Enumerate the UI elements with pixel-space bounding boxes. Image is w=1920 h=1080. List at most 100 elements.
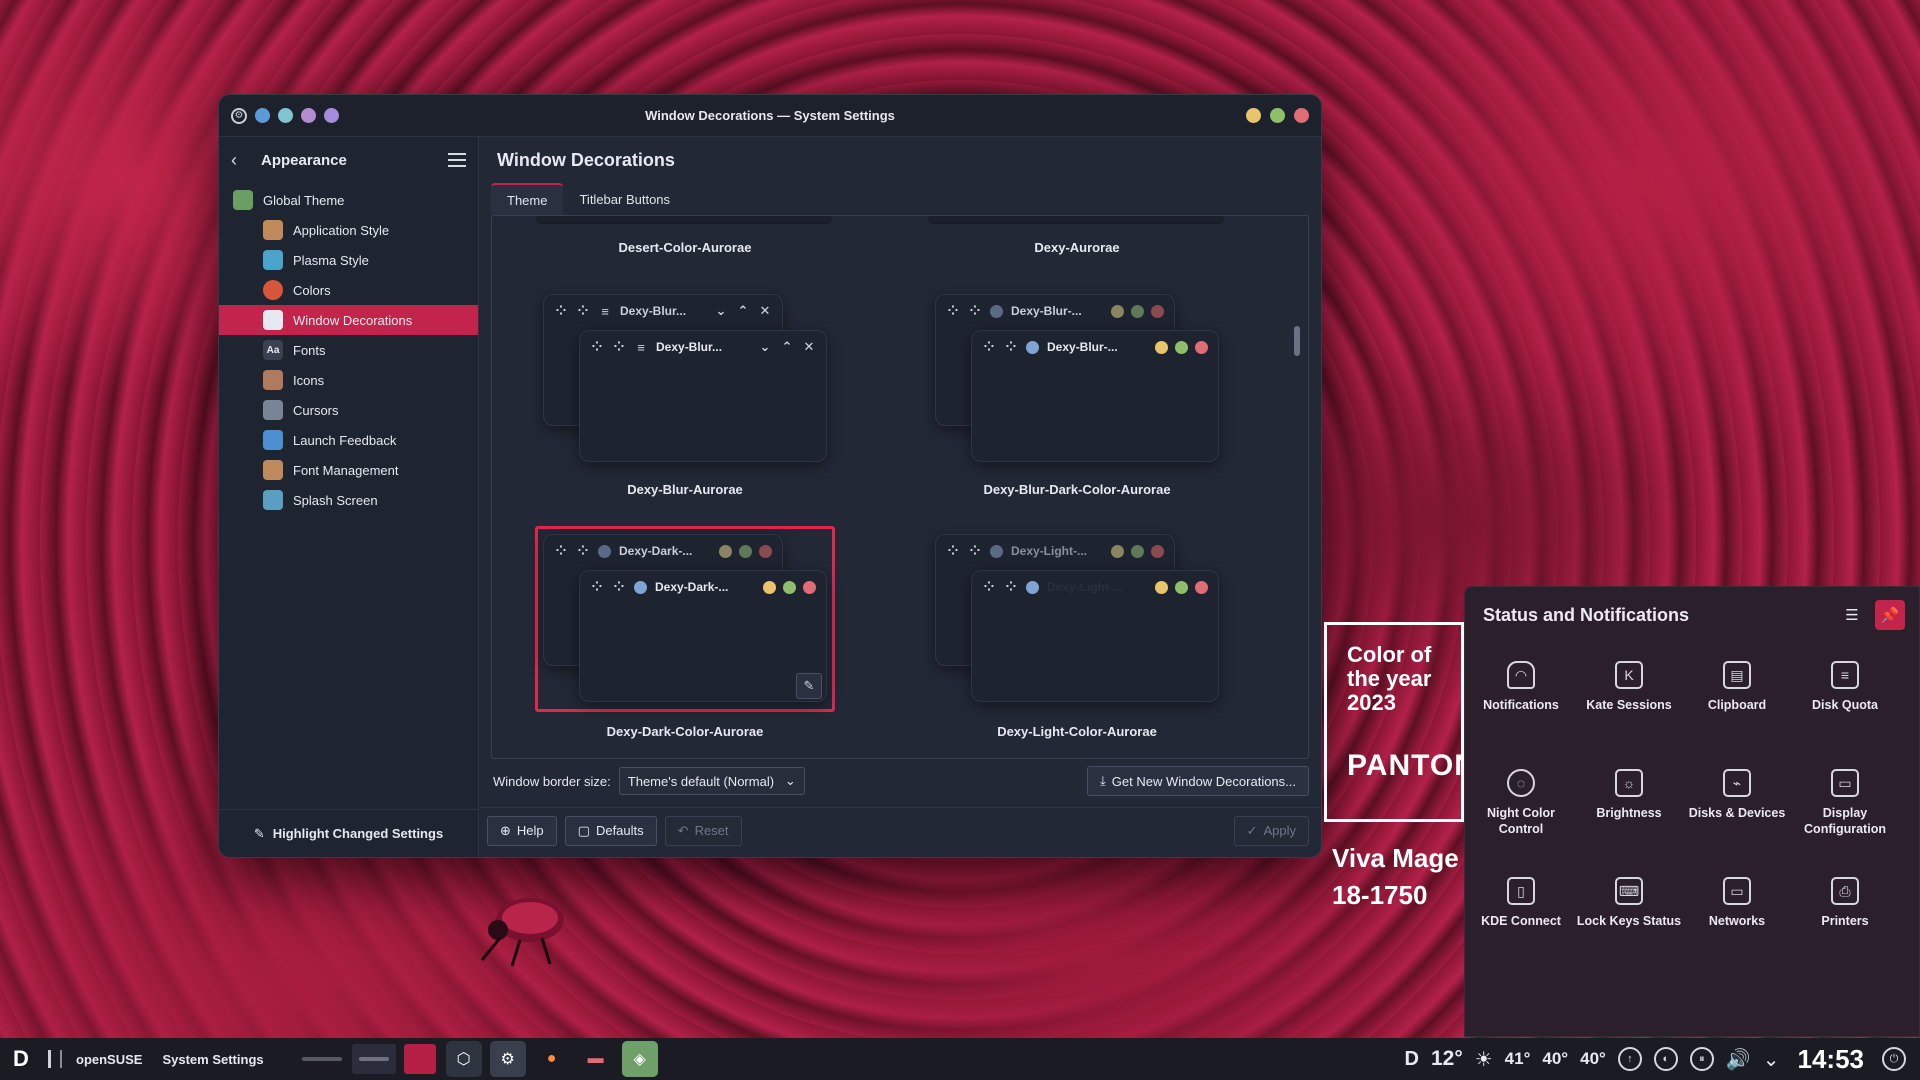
sidebar-item-launch-feedback[interactable]: Launch Feedback	[219, 425, 478, 455]
sidebar-item-window-decorations[interactable]: Window Decorations	[219, 305, 478, 335]
preview-window-title: Dexy-Dark-...	[655, 580, 729, 594]
theme-label[interactable]: Dexy-Dark-Color-Aurorae	[535, 724, 835, 739]
tray-expand-chevron-icon[interactable]: ⌄	[1763, 1047, 1780, 1072]
status-item-label: Networks	[1708, 914, 1766, 928]
reset-label: Reset	[694, 823, 729, 838]
system-settings-task-icon[interactable]: ⚙	[489, 1041, 526, 1077]
reset-button[interactable]: ↶ Reset	[664, 815, 742, 846]
theme-preview-dexy-dark-color[interactable]: ⁘ ⁘ Dexy-Dark-... ⁘ ⁘ Dexy-Dark-... ✎	[535, 526, 835, 712]
colors-icon	[263, 280, 283, 300]
theme-preview-dexy-blur[interactable]: ⁘ ⁘ ≡ Dexy-Blur... ⌄ ⌃ ✕ ⁘ ⁘ ≡ Dexy-Blur…	[535, 286, 835, 472]
night-color-icon[interactable]: ◐	[1653, 1047, 1678, 1071]
status-item-disk-quota[interactable]: ≡ Disk Quota	[1791, 643, 1899, 751]
sidebar-item-plasma-style[interactable]: Plasma Style	[219, 245, 478, 275]
color-picker-icon[interactable]: ◈	[621, 1041, 658, 1077]
status-item-label: Notifications	[1483, 698, 1559, 712]
status-item-label: Printers	[1821, 914, 1869, 928]
maximize-button[interactable]	[1270, 108, 1285, 123]
weather-sun-icon[interactable]: ☀	[1475, 1047, 1493, 1072]
edit-theme-button[interactable]: ✎	[796, 673, 822, 699]
titlebar-dot-1[interactable]	[255, 108, 270, 123]
settings-app-icon[interactable]: ⚙	[231, 107, 247, 124]
defaults-button[interactable]: ▢ Defaults	[564, 815, 657, 846]
media-pause-icon[interactable]: ⏸	[1689, 1047, 1714, 1071]
window-titlebar[interactable]: ⚙ Window Decorations — System Settings	[219, 95, 1321, 137]
status-item-kate-sessions[interactable]: K Kate Sessions	[1575, 643, 1683, 751]
theme-grid: Desert-Color-Aurorae Dexy-Aurorae ⁘ ⁘ ≡ …	[492, 216, 1286, 758]
file-manager-icon[interactable]: ▬	[578, 1041, 614, 1077]
distro-label[interactable]: openSUSE	[68, 1052, 154, 1067]
desktop-3[interactable]	[403, 1044, 436, 1074]
poster-title-line: the year	[1347, 666, 1432, 691]
tab-titlebar-buttons[interactable]: Titlebar Buttons	[563, 183, 686, 215]
border-size-combobox[interactable]: Theme's default (Normal) ⌄	[618, 767, 805, 795]
back-arrow-icon[interactable]: ‹	[231, 150, 251, 171]
status-item-networks[interactable]: ▭ Networks	[1683, 859, 1791, 967]
updates-icon[interactable]: ↑	[1617, 1047, 1642, 1071]
titlebar-dot-2[interactable]	[278, 108, 293, 123]
status-item-printers[interactable]: ⎙ Printers	[1791, 859, 1899, 967]
sensor-temp-2[interactable]: 40°	[1542, 1049, 1568, 1069]
ladybug-wallpaper-image	[480, 898, 564, 967]
hamburger-menu-icon[interactable]	[448, 153, 466, 167]
highlight-changed-settings-button[interactable]: ✎ Highlight Changed Settings	[219, 809, 478, 857]
sidebar-item-icons[interactable]: Icons	[219, 365, 478, 395]
close-button[interactable]	[1294, 108, 1309, 123]
clock[interactable]: 14:53	[1792, 1044, 1871, 1075]
sensor-temp-1[interactable]: 41°	[1505, 1049, 1531, 1069]
help-button[interactable]: ⊕ Help	[487, 815, 557, 846]
desktop-1[interactable]	[300, 1044, 344, 1074]
desktop-2[interactable]	[351, 1044, 396, 1074]
weather-temperature[interactable]: 12°	[1431, 1047, 1463, 1071]
sidebar-item-font-management[interactable]: Font Management	[219, 455, 478, 485]
volume-icon[interactable]: 🔊	[1726, 1047, 1751, 1072]
status-item-notifications[interactable]: ◠ Notifications	[1467, 643, 1575, 751]
global-theme-icon	[233, 190, 253, 210]
sidebar-item-fonts[interactable]: Aa Fonts	[219, 335, 478, 365]
discover-icon[interactable]: ⬡	[445, 1041, 482, 1077]
sidebar-item-global-theme[interactable]: Global Theme	[219, 185, 478, 215]
show-desktop-icon[interactable]	[42, 1038, 68, 1080]
preview-active-window: ⁘ ⁘ Dexy-Dark-...	[579, 570, 827, 702]
firefox-icon[interactable]: ●	[534, 1041, 570, 1077]
status-item-clipboard[interactable]: ▤ Clipboard	[1683, 643, 1791, 751]
theme-label[interactable]: Desert-Color-Aurorae	[535, 240, 835, 255]
tab-theme[interactable]: Theme	[491, 183, 564, 215]
page-title: Window Decorations	[497, 149, 675, 170]
titlebar-dot-3[interactable]	[301, 108, 316, 123]
status-item-brightness[interactable]: ☼ Brightness	[1575, 751, 1683, 859]
theme-grid-scrollbar[interactable]	[1292, 222, 1302, 752]
pin-icon: ⁘	[1005, 579, 1017, 594]
titlebar-dot-4[interactable]	[324, 108, 339, 123]
pin-panel-icon[interactable]: 📌	[1875, 600, 1905, 630]
get-new-decorations-button[interactable]: ⤓ Get New Window Decorations...	[1087, 766, 1309, 796]
sidebar-item-label: Global Theme	[263, 192, 345, 208]
active-window-label[interactable]: System Settings	[154, 1052, 275, 1067]
brightness-icon: ☼	[1615, 769, 1643, 797]
status-item-display-configuration[interactable]: ▭ Display Configuration	[1791, 751, 1899, 859]
theme-label[interactable]: Dexy-Blur-Dark-Color-Aurorae	[927, 482, 1227, 497]
configure-sliders-icon[interactable]: ☰	[1837, 600, 1867, 630]
sidebar-item-cursors[interactable]: Cursors	[219, 395, 478, 425]
minimize-button[interactable]	[1246, 108, 1261, 123]
clipboard-icon: ▤	[1723, 661, 1751, 689]
status-item-kde-connect[interactable]: ▯ KDE Connect	[1467, 859, 1575, 967]
application-launcher-icon[interactable]: D	[0, 1038, 42, 1080]
status-item-disks-devices[interactable]: ⌁ Disks & Devices	[1683, 751, 1791, 859]
theme-label[interactable]: Dexy-Light-Color-Aurorae	[927, 724, 1227, 739]
status-item-lock-keys[interactable]: ⌨ Lock Keys Status	[1575, 859, 1683, 967]
sidebar-item-application-style[interactable]: Application Style	[219, 215, 478, 245]
sensor-temp-3[interactable]: 40°	[1580, 1049, 1606, 1069]
theme-label[interactable]: Dexy-Blur-Aurorae	[535, 482, 835, 497]
sidebar-item-splash-screen[interactable]: Splash Screen	[219, 485, 478, 515]
sidebar-category-title[interactable]: Appearance	[261, 152, 438, 169]
dexy-logo-icon[interactable]: D	[1405, 1048, 1419, 1071]
theme-preview-dexy-light-color[interactable]: ⁘ ⁘ Dexy-Light-... ⁘ ⁘ Dexy-Light-...	[927, 526, 1227, 712]
status-item-night-color[interactable]: ◌ Night Color Control	[1467, 751, 1575, 859]
theme-preview-dexy-blur-dark-color[interactable]: ⁘ ⁘ Dexy-Blur-... ⁘ ⁘ Dexy-Blur-...	[927, 286, 1227, 472]
theme-label[interactable]: Dexy-Aurorae	[927, 240, 1227, 255]
sidebar-item-colors[interactable]: Colors	[219, 275, 478, 305]
scrollbar-thumb[interactable]	[1294, 326, 1300, 356]
power-icon[interactable]: ⏻	[1882, 1047, 1906, 1071]
apply-button[interactable]: ✓ Apply	[1233, 815, 1309, 846]
